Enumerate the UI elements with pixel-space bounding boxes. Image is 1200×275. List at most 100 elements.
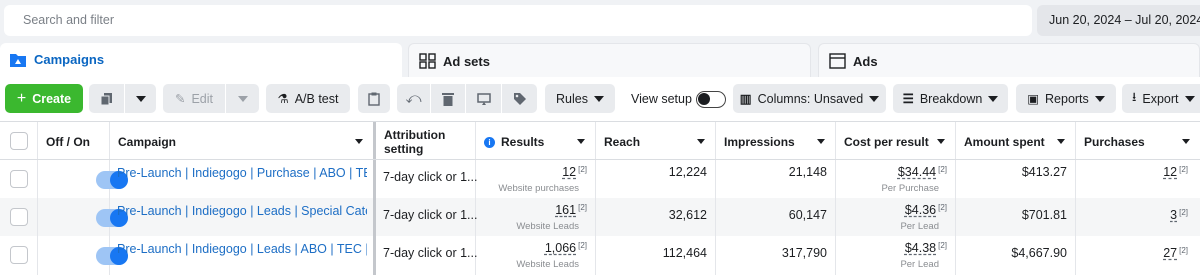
attribution-value: 7-day click or 1...	[383, 170, 478, 184]
edit-dropdown[interactable]	[226, 84, 259, 113]
attribution-cell: 7-day click or 1...	[376, 198, 477, 236]
breakdown-button[interactable]: ☰ Breakdown	[893, 84, 1008, 113]
results-cell: 12 [2] Website purchases	[476, 160, 596, 198]
amount-spent-cell: $4,667.90	[956, 236, 1076, 275]
preview-button[interactable]	[466, 84, 501, 113]
cost-value[interactable]: $4.38	[905, 241, 936, 255]
chevron-down-icon	[869, 95, 880, 102]
search-input[interactable]: Search and filter	[4, 5, 1032, 36]
purchases-value[interactable]: 27	[1163, 246, 1177, 260]
cost-value[interactable]: $34.44	[898, 165, 936, 179]
tab-ad-sets[interactable]: Ad sets	[408, 43, 811, 77]
purchases-value-wrap: 27 [2]	[1163, 246, 1188, 260]
select-all-checkbox[interactable]	[10, 132, 28, 150]
date-range-label: Jun 20, 2024 – Jul 20, 2024	[1049, 13, 1200, 27]
impressions-value: 21,148	[788, 165, 827, 179]
amount-spent-cell: $701.81	[956, 198, 1076, 236]
header-campaign[interactable]: Campaign	[110, 122, 376, 159]
export-button[interactable]: ⭳ Export	[1122, 84, 1200, 113]
header-cost-per-result[interactable]: Cost per result	[836, 122, 956, 159]
campaign-link[interactable]: Pre-Launch | Indiegogo | Leads | Special…	[117, 204, 367, 218]
amount-spent-value: $701.81	[1021, 208, 1067, 222]
reach-value: 112,464	[662, 246, 707, 260]
results-value-wrap: 1,066 [2]	[545, 241, 587, 255]
results-value[interactable]: 12	[562, 165, 576, 179]
reference-mark: [2]	[1179, 208, 1188, 217]
results-value[interactable]: 161	[555, 203, 576, 217]
columns-label: Columns: Unsaved	[757, 91, 864, 106]
create-label: Create	[32, 91, 72, 106]
clipboard-button[interactable]	[358, 84, 390, 113]
duplicate-button[interactable]	[89, 84, 124, 113]
reference-mark: [2]	[938, 203, 947, 212]
results-type: Website Leads	[516, 259, 579, 270]
column-header: Attribution setting	[384, 128, 446, 156]
create-button[interactable]: + Create	[5, 84, 83, 113]
reference-mark: [2]	[1179, 246, 1188, 255]
sort-caret-icon	[1057, 139, 1065, 144]
reference-mark: [2]	[1179, 165, 1188, 174]
reference-mark: [2]	[578, 241, 587, 250]
delete-button[interactable]	[431, 84, 465, 113]
duplicate-dropdown[interactable]	[125, 84, 156, 113]
folder-icon	[10, 54, 26, 67]
trash-icon	[442, 92, 454, 106]
tab-label: Campaigns	[34, 52, 105, 67]
amount-spent-cell: $413.27	[956, 160, 1076, 198]
campaign-link[interactable]: Pre-Launch | Indiegogo | Leads | ABO | T…	[117, 242, 367, 256]
header-off-on[interactable]: Off / On	[38, 122, 110, 159]
tab-campaigns[interactable]: Campaigns	[0, 43, 402, 79]
ad-icon	[829, 53, 846, 69]
reference-mark: [2]	[578, 203, 587, 212]
tab-label: Ad sets	[443, 54, 490, 69]
table-row[interactable]: Pre-Launch | Indiegogo | Leads | Special…	[0, 198, 1200, 236]
attribution-cell: 7-day click or 1...	[376, 236, 477, 275]
header-amount-spent[interactable]: Amount spent	[956, 122, 1076, 159]
impressions-cell: 21,148	[716, 160, 836, 198]
purchases-value[interactable]: 3	[1170, 208, 1177, 222]
tab-ads[interactable]: Ads	[818, 43, 1200, 77]
rules-label: Rules	[556, 91, 588, 106]
header-attribution[interactable]: Attribution setting	[376, 122, 476, 159]
edit-button[interactable]: ✎ Edit	[163, 84, 225, 113]
column-header: Results	[501, 135, 545, 149]
off-on-cell	[38, 236, 128, 275]
tag-button[interactable]	[502, 84, 537, 113]
reference-mark: [2]	[938, 165, 947, 174]
ab-test-button[interactable]: ⚗ A/B test	[266, 84, 350, 113]
tab-label: Ads	[853, 54, 878, 69]
reports-button[interactable]: ▣ Reports	[1016, 84, 1116, 113]
purchases-value[interactable]: 12	[1163, 165, 1177, 179]
results-type: Website purchases	[498, 183, 579, 194]
header-purchases[interactable]: Purchases	[1076, 122, 1200, 159]
attribution-cell: 7-day click or 1...	[376, 160, 478, 198]
duplicate-icon	[100, 92, 112, 105]
reference-mark: [2]	[578, 165, 587, 174]
results-value[interactable]: 1,066	[545, 241, 576, 255]
header-select-all	[0, 122, 38, 159]
table-row[interactable]: Pre-Launch | Indiegogo | Purchase | ABO …	[0, 160, 1200, 198]
columns-button[interactable]: ▥ Columns: Unsaved	[733, 84, 886, 113]
undo-icon: ⤺	[405, 90, 422, 107]
row-checkbox[interactable]	[10, 170, 28, 188]
rules-button[interactable]: Rules	[545, 84, 615, 113]
cost-value[interactable]: $4.36	[905, 203, 936, 217]
undo-button[interactable]: ⤺	[397, 84, 430, 113]
date-range-picker[interactable]: Jun 20, 2024 – Jul 20, 2024	[1037, 5, 1200, 36]
row-checkbox[interactable]	[10, 246, 28, 264]
view-setup-toggle[interactable]	[696, 91, 726, 108]
row-checkbox[interactable]	[10, 208, 28, 226]
header-reach[interactable]: Reach	[596, 122, 716, 159]
campaigns-table: Off / On Campaign Attribution setting iR…	[0, 121, 1200, 275]
chevron-down-icon	[593, 95, 604, 102]
column-header: Campaign	[118, 135, 177, 149]
row-select	[0, 160, 38, 198]
results-cell: 161 [2] Website Leads	[476, 198, 596, 236]
campaign-link[interactable]: Pre-Launch | Indiegogo | Purchase | ABO …	[117, 166, 367, 180]
header-impressions[interactable]: Impressions	[716, 122, 836, 159]
cost-value-wrap: $4.36 [2]	[905, 203, 947, 217]
table-row[interactable]: Pre-Launch | Indiegogo | Leads | ABO | T…	[0, 236, 1200, 275]
cost-value-wrap: $4.38 [2]	[905, 241, 947, 255]
amount-spent-value: $413.27	[1021, 165, 1067, 179]
header-results[interactable]: i Results	[476, 122, 596, 159]
